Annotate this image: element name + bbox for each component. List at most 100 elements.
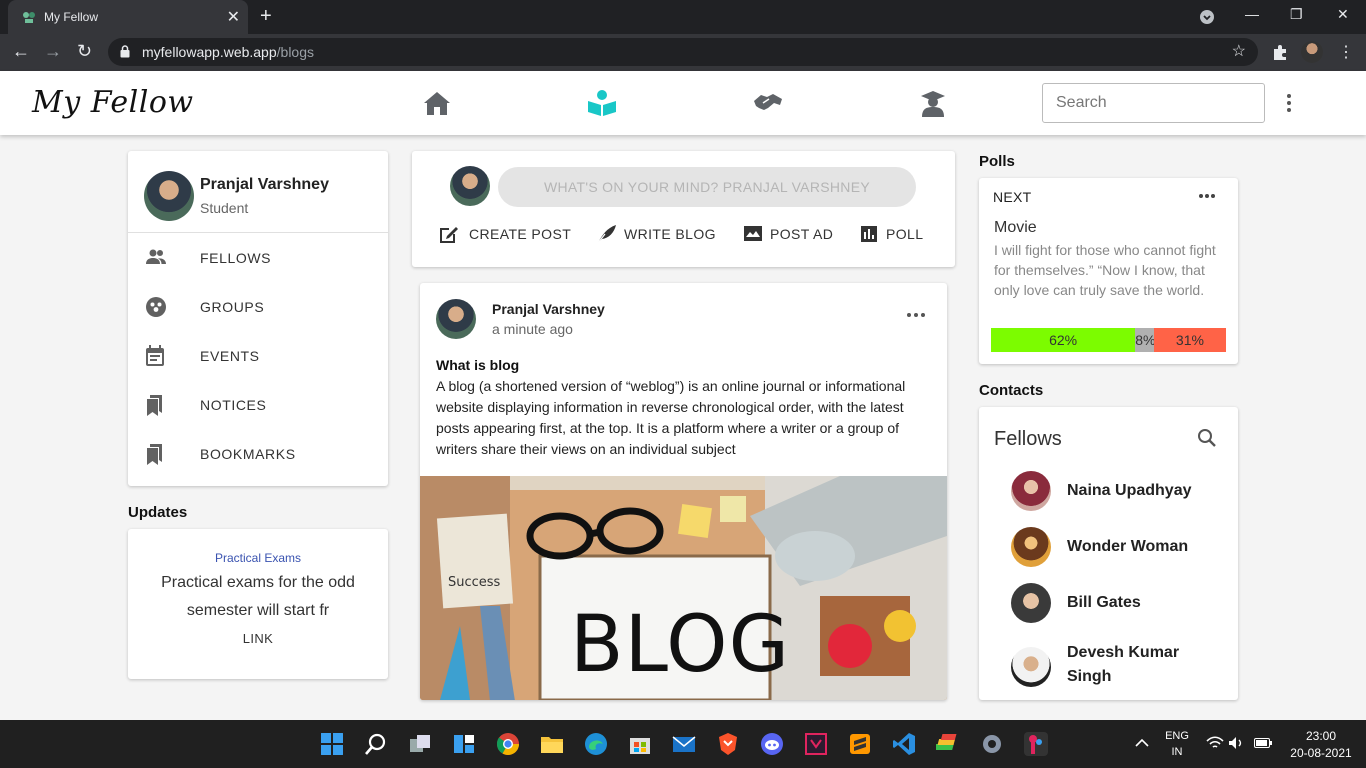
- system-tray-chevron-icon[interactable]: [1135, 738, 1149, 748]
- post-image[interactable]: Success BLOG: [420, 476, 947, 700]
- taskbar-search-icon[interactable]: [364, 732, 388, 756]
- post-title: What is blog: [436, 357, 520, 373]
- handshake-nav-icon[interactable]: [753, 89, 783, 117]
- store-icon[interactable]: [628, 732, 652, 756]
- next-poll-button[interactable]: NEXT: [993, 189, 1032, 205]
- minimize-icon[interactable]: —: [1245, 6, 1259, 22]
- mail-icon[interactable]: [672, 732, 696, 756]
- lock-icon: [120, 45, 130, 58]
- new-tab-icon[interactable]: +: [260, 5, 272, 28]
- people-icon: [146, 249, 166, 264]
- discord-icon[interactable]: [760, 732, 784, 756]
- menu-item-groups[interactable]: GROUPS: [128, 282, 388, 331]
- contact-avatar: [1011, 527, 1051, 567]
- write-blog-button[interactable]: WRITE BLOG: [596, 223, 726, 245]
- browser-profile-avatar[interactable]: [1301, 41, 1323, 63]
- language-top[interactable]: ENG: [1162, 730, 1192, 742]
- forward-icon[interactable]: →: [44, 41, 62, 62]
- tab-search-icon[interactable]: [1199, 9, 1215, 25]
- contact-item[interactable]: Wonder Woman: [1011, 523, 1231, 571]
- poll-title: Movie: [994, 219, 1037, 236]
- post-text: A blog (a shortened version of “weblog”)…: [436, 378, 906, 457]
- windows-start-icon[interactable]: [320, 732, 344, 756]
- task-view-icon[interactable]: [408, 732, 432, 756]
- menu-label: FELLOWS: [200, 250, 272, 266]
- wifi-icon[interactable]: [1206, 736, 1224, 750]
- polls-title: Polls: [979, 153, 1015, 170]
- poll-results-bar[interactable]: 62% 8% 31%: [991, 328, 1226, 352]
- browser-toolbar: ← → ↻ myfellowapp.web.app/blogs ☆ ⋮: [0, 34, 1366, 71]
- whats-on-your-mind-input[interactable]: WHAT'S ON YOUR MIND? PRANJAL VARSHNEY: [498, 167, 916, 207]
- profile-role: Student: [200, 200, 249, 216]
- action-label: CREATE POST: [469, 226, 572, 242]
- create-post-button[interactable]: CREATE POST: [438, 223, 578, 245]
- vscode-icon[interactable]: [892, 732, 916, 756]
- blog-image-text: BLOG: [570, 600, 790, 690]
- poll-more-icon[interactable]: [1198, 193, 1216, 199]
- post-more-icon[interactable]: [906, 311, 926, 319]
- contact-item[interactable]: Devesh Kumar Singh: [1011, 643, 1231, 699]
- brave-icon[interactable]: [716, 732, 740, 756]
- extensions-icon[interactable]: [1271, 43, 1289, 61]
- profile-name[interactable]: Pranjal Varshney: [200, 176, 329, 194]
- reload-icon[interactable]: ↻: [77, 41, 92, 62]
- back-icon[interactable]: ←: [12, 41, 30, 62]
- app-icon[interactable]: [804, 732, 828, 756]
- contact-name: Bill Gates: [1067, 594, 1141, 611]
- post-author[interactable]: Pranjal Varshney: [492, 301, 605, 317]
- blog-nav-icon[interactable]: [587, 89, 617, 117]
- volume-icon[interactable]: [1228, 736, 1244, 750]
- search-icon[interactable]: [1197, 428, 1217, 448]
- update-body: Practical exams for the odd semester wil…: [161, 574, 355, 619]
- widgets-icon[interactable]: [452, 732, 476, 756]
- post-author-avatar[interactable]: [436, 299, 476, 339]
- file-explorer-icon[interactable]: [540, 732, 564, 756]
- menu-item-fellows[interactable]: FELLOWS: [128, 233, 388, 282]
- profile-avatar[interactable]: [144, 171, 194, 221]
- poll-option-3[interactable]: 31%: [1153, 328, 1226, 352]
- settings-icon[interactable]: [980, 732, 1004, 756]
- action-label: POLL: [886, 226, 924, 242]
- calendar-icon: [146, 345, 164, 366]
- menu-label: BOOKMARKS: [200, 446, 296, 462]
- browser-tab[interactable]: My Fellow ✕: [8, 0, 248, 34]
- contact-item[interactable]: Bill Gates: [1011, 579, 1231, 627]
- bar-chart-icon: [861, 226, 877, 242]
- language-bottom[interactable]: IN: [1162, 746, 1192, 758]
- fellows-heading: Fellows: [994, 428, 1062, 450]
- home-nav-icon[interactable]: [422, 89, 452, 117]
- more-options-icon[interactable]: [1282, 91, 1296, 115]
- post-ad-button[interactable]: POST AD: [743, 223, 843, 245]
- bluestacks-icon[interactable]: [936, 732, 960, 756]
- app-logo[interactable]: My Fellow: [32, 85, 194, 120]
- poll-option-1[interactable]: 62%: [991, 328, 1136, 352]
- chrome-icon[interactable]: [496, 732, 520, 756]
- post-time: a minute ago: [492, 321, 573, 337]
- poll-option-2[interactable]: 8%: [1135, 328, 1154, 352]
- windows-taskbar: ENG IN 23:00 20-08-2021: [0, 720, 1366, 768]
- menu-item-notices[interactable]: NOTICES: [128, 380, 388, 429]
- contact-item[interactable]: Naina Upadhyay: [1011, 467, 1231, 515]
- edit-icon: [440, 227, 458, 243]
- update-link[interactable]: LINK: [128, 631, 388, 646]
- graduate-nav-icon[interactable]: [918, 89, 948, 117]
- menu-item-bookmarks[interactable]: BOOKMARKS: [128, 429, 388, 478]
- close-tab-icon[interactable]: ✕: [227, 7, 240, 27]
- groups-icon: [146, 297, 166, 317]
- restore-icon[interactable]: ❐: [1290, 6, 1303, 23]
- myfellow-app-icon[interactable]: [1024, 732, 1048, 756]
- menu-item-events[interactable]: EVENTS: [128, 331, 388, 380]
- contact-name: Devesh Kumar Singh: [1067, 644, 1180, 685]
- clock-time[interactable]: 23:00: [1284, 729, 1358, 743]
- sublime-text-icon[interactable]: [848, 732, 872, 756]
- window-close-icon[interactable]: ✕: [1337, 6, 1349, 23]
- browser-menu-icon[interactable]: ⋮: [1338, 42, 1354, 62]
- poll-button[interactable]: POLL: [860, 223, 940, 245]
- bookmark-star-icon[interactable]: ☆: [1232, 41, 1246, 61]
- contact-name: Naina Upadhyay: [1067, 482, 1192, 499]
- address-bar[interactable]: myfellowapp.web.app/blogs ☆: [108, 38, 1258, 66]
- search-input[interactable]: [1042, 83, 1265, 123]
- edge-icon[interactable]: [584, 732, 608, 756]
- clock-date[interactable]: 20-08-2021: [1284, 746, 1358, 760]
- battery-icon[interactable]: [1254, 738, 1272, 748]
